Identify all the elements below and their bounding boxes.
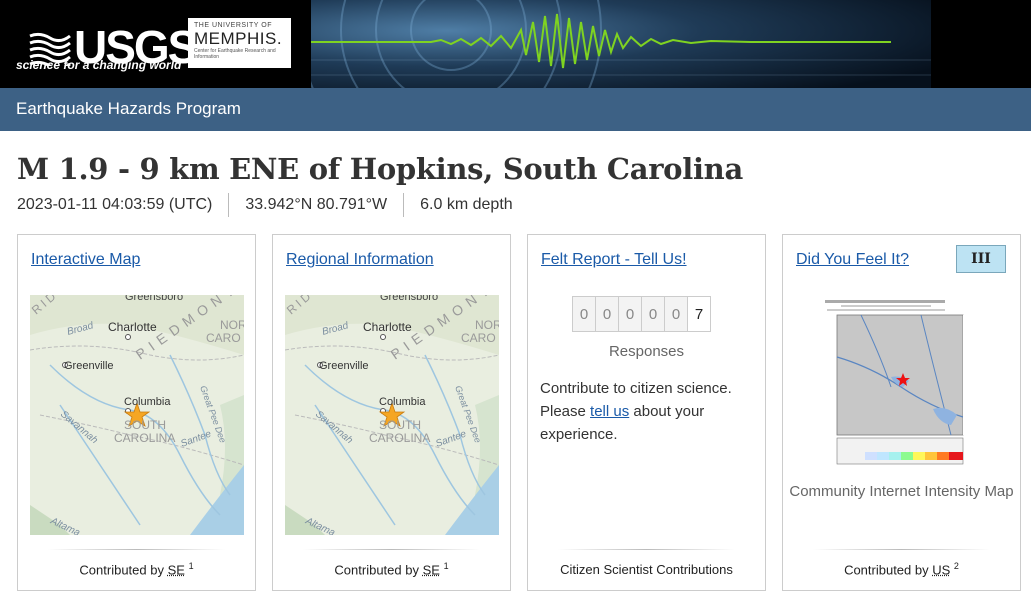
map-label-charlotte: Charlotte (363, 320, 412, 334)
regional-information-link[interactable]: Regional Information (286, 251, 434, 269)
contributor-line: Contributed by SE 1 (273, 561, 510, 577)
site-header: USGS science for a changing world THE UN… (0, 0, 1031, 88)
felt-report-card: Felt Report - Tell Us! 0 0 0 0 0 7 Respo… (527, 234, 766, 591)
interactive-map-thumbnail[interactable]: Greensboro Charlotte Greenville Columbia… (30, 295, 244, 535)
program-bar: Earthquake Hazards Program (0, 88, 1031, 131)
memphis-logo-subtitle: Center for Earthquake Research and Infor… (194, 48, 276, 60)
map-label-columbia: Columbia (124, 396, 171, 408)
contributor-line: Contributed by SE 1 (18, 561, 255, 577)
map-label-carolina: CAROLINA (114, 431, 175, 445)
region-map-image: Greensboro Charlotte Greenville Columbia… (30, 295, 244, 535)
contributed-by-label: Contributed by (844, 562, 933, 577)
intensity-badge: III (956, 245, 1006, 273)
map-label-greensboro: Greensboro (125, 295, 183, 303)
divider (303, 549, 480, 550)
did-you-feel-it-link[interactable]: Did You Feel It? (796, 251, 909, 269)
map-label-nor: NOR (220, 318, 244, 332)
map-label-south: SOUTH (379, 418, 421, 432)
divider (48, 549, 225, 550)
contributor-footnote: 1 (188, 560, 194, 571)
map-label-nor: NOR (475, 318, 499, 332)
contributor-source[interactable]: SE (168, 562, 185, 577)
did-you-feel-it-card: Did You Feel It? III Community Internet … (782, 234, 1021, 591)
response-counter: 0 0 0 0 0 7 (572, 296, 711, 332)
counter-digit: 0 (641, 296, 665, 332)
divider (558, 549, 735, 550)
usgs-logo[interactable]: USGS science for a changing world (14, 14, 198, 74)
map-label-carolina: CAROLINA (369, 431, 430, 445)
divider (813, 549, 990, 550)
program-title-link[interactable]: Earthquake Hazards Program (16, 99, 241, 119)
map-label-greenville: Greenville (319, 360, 369, 372)
divider (403, 193, 405, 217)
intensity-map-caption: Community Internet Intensity Map (789, 483, 1014, 500)
counter-digit: 0 (595, 296, 619, 332)
map-label-greensboro: Greensboro (380, 295, 438, 303)
map-label-caro: CARO (206, 331, 241, 345)
contributor-line: Contributed by US 2 (783, 561, 1020, 577)
counter-digit: 0 (664, 296, 688, 332)
regional-map-thumbnail[interactable]: Greensboro Charlotte Greenville Columbia… (285, 295, 499, 535)
responses-label: Responses (608, 343, 685, 360)
contributor-footnote: 2 (953, 560, 959, 571)
usgs-tagline: science for a changing world (16, 58, 182, 72)
contributor-source[interactable]: US (932, 562, 950, 577)
contributor-source[interactable]: SE (423, 562, 440, 577)
map-label-caro: CARO (461, 331, 496, 345)
event-time: 2023-01-11 04:03:59 (UTC) (17, 196, 213, 213)
felt-report-link[interactable]: Felt Report - Tell Us! (541, 251, 687, 269)
map-label-charlotte: Charlotte (108, 320, 157, 334)
memphis-logo[interactable]: THE UNIVERSITY OF MEMPHIS. Center for Ea… (188, 18, 291, 68)
event-depth: 6.0 km depth (420, 196, 513, 213)
counter-digit: 7 (687, 296, 711, 332)
event-location: 33.942°N 80.791°W (245, 196, 388, 213)
interactive-map-link[interactable]: Interactive Map (31, 251, 140, 269)
intensity-map-image (821, 297, 981, 469)
event-summary: 2023-01-11 04:03:59 (UTC) 33.942°N 80.79… (17, 192, 513, 218)
map-label-columbia: Columbia (379, 396, 426, 408)
counter-digit: 0 (618, 296, 642, 332)
contributed-by-label: Contributed by (79, 562, 168, 577)
seismogram-banner-image (311, 0, 931, 88)
counter-digit: 0 (572, 296, 596, 332)
interactive-map-card: Interactive Map Greensboro Charlotte Gre… (17, 234, 256, 591)
felt-report-description: Contribute to citizen science. Please te… (540, 377, 755, 446)
citizen-scientist-label: Citizen Scientist Contributions (560, 562, 733, 577)
tell-us-link[interactable]: tell us (590, 403, 629, 420)
contributed-by-label: Contributed by (334, 562, 423, 577)
map-label-south: SOUTH (124, 418, 166, 432)
divider (228, 193, 230, 217)
page-title: M 1.9 - 9 km ENE of Hopkins, South Carol… (17, 152, 743, 186)
region-map-image: Greensboro Charlotte Greenville Columbia… (285, 295, 499, 535)
contributor-footnote: 1 (443, 560, 449, 571)
memphis-logo-name: MEMPHIS. (194, 29, 283, 48)
community-intensity-map-thumbnail[interactable] (821, 297, 981, 469)
map-label-greenville: Greenville (64, 360, 114, 372)
regional-information-card: Regional Information Greensboro Charlott… (272, 234, 511, 591)
